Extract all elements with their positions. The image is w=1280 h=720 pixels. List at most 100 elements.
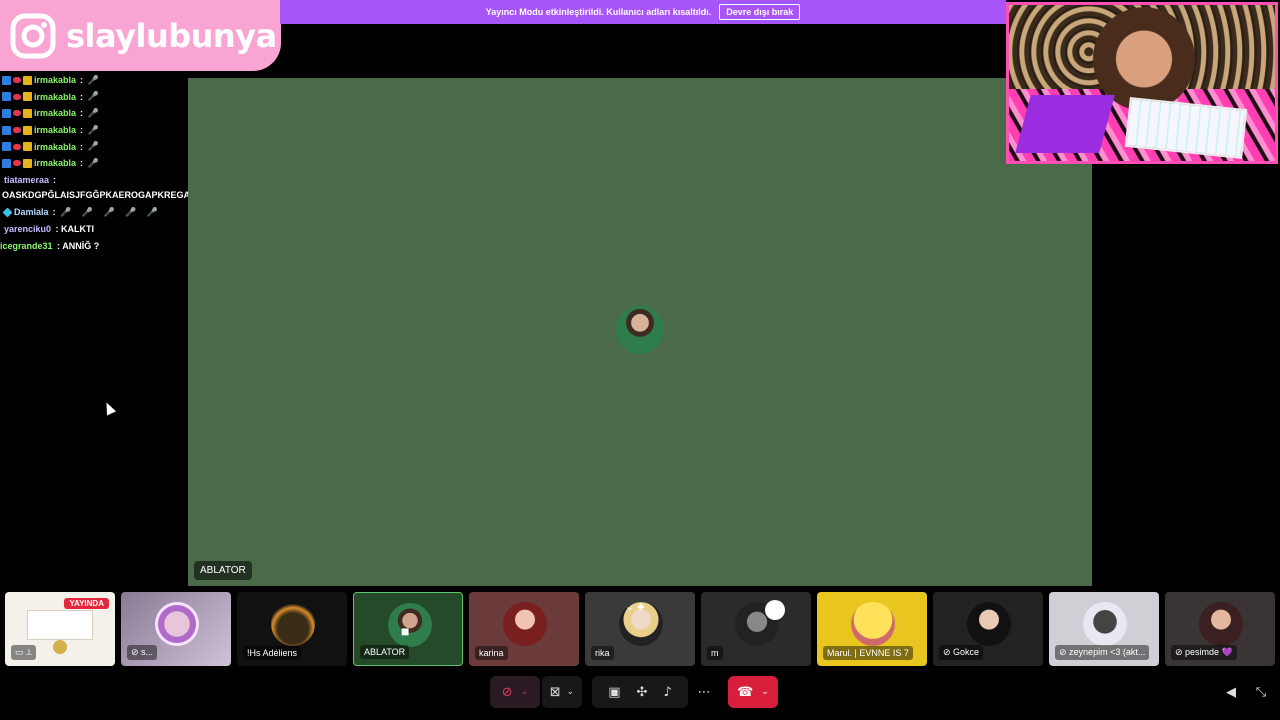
crown-icon: [23, 108, 32, 118]
participant-name: ABLATOR: [360, 645, 410, 659]
stage-participant-name: ABLATOR: [194, 561, 252, 580]
participant-tile[interactable]: karina: [469, 592, 579, 666]
participant-avatar: [967, 602, 1011, 646]
participant-tile-active[interactable]: ■ ABLATOR: [353, 592, 463, 666]
volume-icon: ◀: [1226, 684, 1236, 700]
badge-icon: [13, 127, 21, 134]
crown-icon: [23, 125, 32, 135]
chat-message: yarenciku0 : KALKTI: [0, 221, 186, 238]
participant-avatar: [1199, 602, 1243, 646]
badge-icon: [13, 93, 21, 100]
camera-off-icon: ⊠: [549, 684, 561, 700]
chat-message-text: : ANNİĞ ?: [57, 240, 100, 251]
badge-icon: [2, 158, 11, 168]
badge-icon: [2, 142, 11, 152]
chat-message: Damlala: 🎤 🎤 🎤 🎤 🎤: [0, 204, 186, 221]
participant-tile[interactable]: !Hs Adéliens: [237, 592, 347, 666]
badge-icon: [2, 75, 11, 85]
streamer-mode-banner: Yayıncı Modu etkinleştirildi. Kullanıcı …: [280, 0, 1006, 24]
chat-username: irmakabla: [34, 75, 77, 86]
deafened-icon: ⊘: [1175, 647, 1186, 657]
screen-share-icon: ▭ ⟂: [11, 645, 37, 660]
stream-logo-icon: [53, 640, 67, 654]
chat-message: irmakabla: 🎤: [0, 138, 186, 155]
chat-emote: 🎤: [87, 91, 103, 102]
mic-off-icon: ⊘: [131, 647, 142, 657]
participant-tile[interactable]: ⊘ Gokce: [933, 592, 1043, 666]
participant-name: !Hs Adéliens: [243, 646, 302, 660]
webcam-mousepad: [1015, 95, 1115, 153]
participant-tile[interactable]: ⊘ zeynepim <3 (akt...: [1049, 592, 1159, 666]
app-root: slaylubunya Yayıncı Modu etkinleştirildi…: [0, 0, 1280, 720]
mouse-cursor: [101, 400, 117, 416]
leave-call-button[interactable]: ☎ ⌄: [728, 676, 778, 708]
chat-username: irmakabla: [34, 108, 77, 119]
skill-issue-sticker: [765, 600, 785, 620]
participant-name: ⊘ zeynepim <3 (akt...: [1055, 645, 1150, 660]
participant-name-text: pesimde 💜: [1185, 647, 1233, 657]
chevron-down-icon: ⌄: [761, 687, 769, 697]
participant-avatar: [503, 602, 547, 646]
disable-streamer-mode-button[interactable]: Devre dışı bırak: [719, 4, 801, 20]
chat-separator: :: [52, 207, 56, 218]
participant-avatar: [1083, 602, 1127, 646]
mic-off-icon: ⊘: [943, 647, 954, 657]
participant-name: ⊘ s...: [127, 645, 158, 660]
chat-username: irmakabla: [34, 141, 77, 152]
participant-tile[interactable]: m: [701, 592, 811, 666]
participant-avatar: [271, 602, 315, 646]
volume-button[interactable]: ◀: [1220, 676, 1242, 708]
crown-icon: [23, 142, 32, 152]
participant-tile[interactable]: YAYINDA ▭ ⟂: [5, 592, 115, 666]
activities-icon: ✣: [636, 684, 648, 700]
main-stage[interactable]: ABLATOR: [188, 78, 1092, 586]
participant-tile[interactable]: Marul. | EVNNE IS 7: [817, 592, 927, 666]
participant-tile[interactable]: ⊘ s...: [121, 592, 231, 666]
crown-icon: [23, 75, 32, 85]
participant-avatar: [851, 602, 895, 646]
chat-username: irmakabla: [34, 158, 77, 169]
chat-username: Damlala: [14, 207, 49, 218]
soundboard-icon: ♪: [663, 684, 672, 700]
badge-icon: [13, 110, 21, 117]
chat-separator: :: [80, 141, 84, 152]
chat-overlay: irmakabla: 🎤 irmakabla: 🎤 irmakabla: 🎤 i…: [0, 72, 282, 254]
chat-message: irmakabla: 🎤: [0, 72, 186, 89]
call-controls: ⊘ ⌄ ⊠ ⌄ ▣ ✣ ♪ ⋯ ☎ ⌄ ◀ ⤡: [0, 676, 1280, 710]
screen-share-icon: ▣: [608, 684, 621, 700]
share-activities-group[interactable]: ▣ ✣ ♪: [592, 676, 688, 708]
participant-tile[interactable]: ⊘ pesimde 💜: [1165, 592, 1275, 666]
streamer-name: slaylubunya: [66, 16, 277, 55]
mic-off-icon: ⊘: [501, 684, 513, 700]
chat-message: irmakabla: 🎤: [0, 89, 186, 106]
chat-emote: 🎤: [87, 157, 103, 168]
camera-toggle-button[interactable]: ⊠ ⌄: [542, 676, 582, 708]
chat-emote: 🎤: [87, 107, 103, 118]
chat-separator: :: [80, 158, 84, 169]
mic-toggle-button[interactable]: ⊘ ⌄: [490, 676, 540, 708]
more-options-button[interactable]: ⋯: [692, 676, 716, 708]
participant-name-text: Gokce: [953, 647, 980, 657]
chat-separator: :: [80, 108, 84, 119]
crown-icon: [23, 92, 32, 102]
chat-message: tiatameraa:: [0, 172, 186, 189]
chat-message-text: : KALKTI: [55, 224, 95, 235]
participant-name-text: zeynepim <3 (akt...: [1069, 647, 1146, 657]
video-camera-icon: ■: [401, 623, 410, 639]
shared-screen-preview: [27, 610, 93, 640]
badge-icon: [13, 143, 21, 150]
participant-strip: YAYINDA ▭ ⟂ ⊘ s... !Hs Adéliens ■ ABLATO…: [0, 592, 1280, 666]
participant-tile[interactable]: ⌄ ♣ rika: [585, 592, 695, 666]
participant-avatar: [388, 603, 432, 647]
banner-text: Yayıncı Modu etkinleştirildi. Kullanıcı …: [485, 7, 712, 17]
chat-emote: 🎤: [87, 74, 103, 85]
live-badge: YAYINDA: [64, 598, 109, 609]
badge-icon: [2, 108, 11, 118]
participant-name: ⊘ Gokce: [939, 645, 984, 660]
chat-separator: :: [80, 125, 84, 136]
badge-icon: [2, 125, 11, 135]
crown-icon: [23, 158, 32, 168]
people-icon: ⌄ ♣: [625, 601, 645, 613]
gem-badge-icon: [2, 207, 13, 218]
exit-fullscreen-button[interactable]: ⤡: [1250, 676, 1272, 708]
